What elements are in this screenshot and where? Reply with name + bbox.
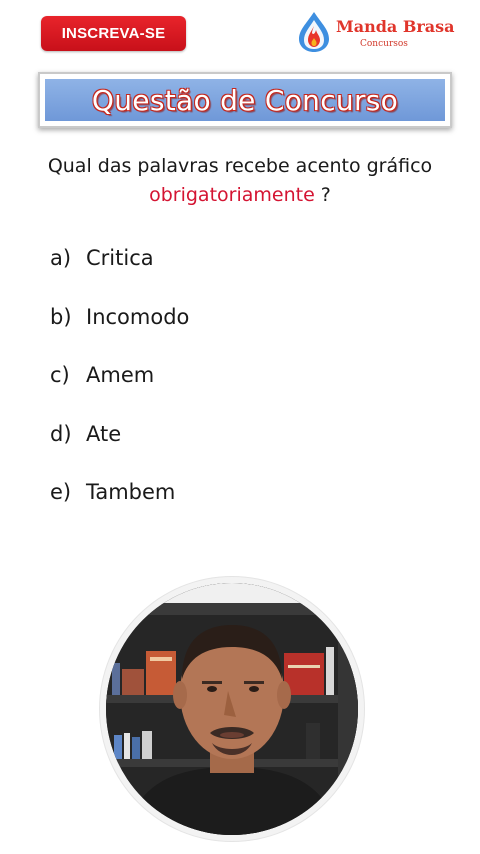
question-text: Qual das palavras recebe acento gráfico … <box>40 152 440 210</box>
option-text: Critica <box>86 246 154 270</box>
option-text: Amem <box>86 363 155 387</box>
option-a[interactable]: a) Critica <box>50 246 189 305</box>
question-highlight: obrigatoriamente <box>149 184 315 206</box>
option-letter: c) <box>50 363 70 387</box>
flame-drop-icon <box>299 12 329 52</box>
option-letter: b) <box>50 304 72 329</box>
title-banner: Questão de Concurso <box>38 72 452 128</box>
option-b[interactable]: b) Incomodo <box>50 305 189 364</box>
question-text-start: Qual das palavras recebe acento gráfico <box>47 155 433 177</box>
answer-options: a) Critica b) Incomodo c) Amem d) Ate e)… <box>50 246 189 539</box>
presenter-image <box>106 583 358 835</box>
subscribe-button[interactable]: INSCREVA-SE <box>41 16 186 51</box>
option-c[interactable]: c) Amem <box>50 363 189 422</box>
option-text: Ate <box>86 421 122 446</box>
option-e[interactable]: e) Tambem <box>50 480 189 539</box>
option-d[interactable]: d) Ate <box>50 422 189 481</box>
option-text: Incomodo <box>86 304 190 329</box>
option-letter: e) <box>50 480 72 504</box>
question-text-end: ? <box>314 184 331 206</box>
brand-name: Manda Brasa <box>336 17 455 36</box>
page-title: Questão de Concurso <box>91 83 399 117</box>
option-text: Tambem <box>86 480 176 504</box>
brand-subtitle: Concursos <box>360 39 408 49</box>
option-letter: d) <box>50 421 72 446</box>
brand-logo: Manda Brasa Concursos <box>296 8 456 56</box>
option-letter: a) <box>50 246 72 270</box>
presenter-video <box>106 583 358 835</box>
